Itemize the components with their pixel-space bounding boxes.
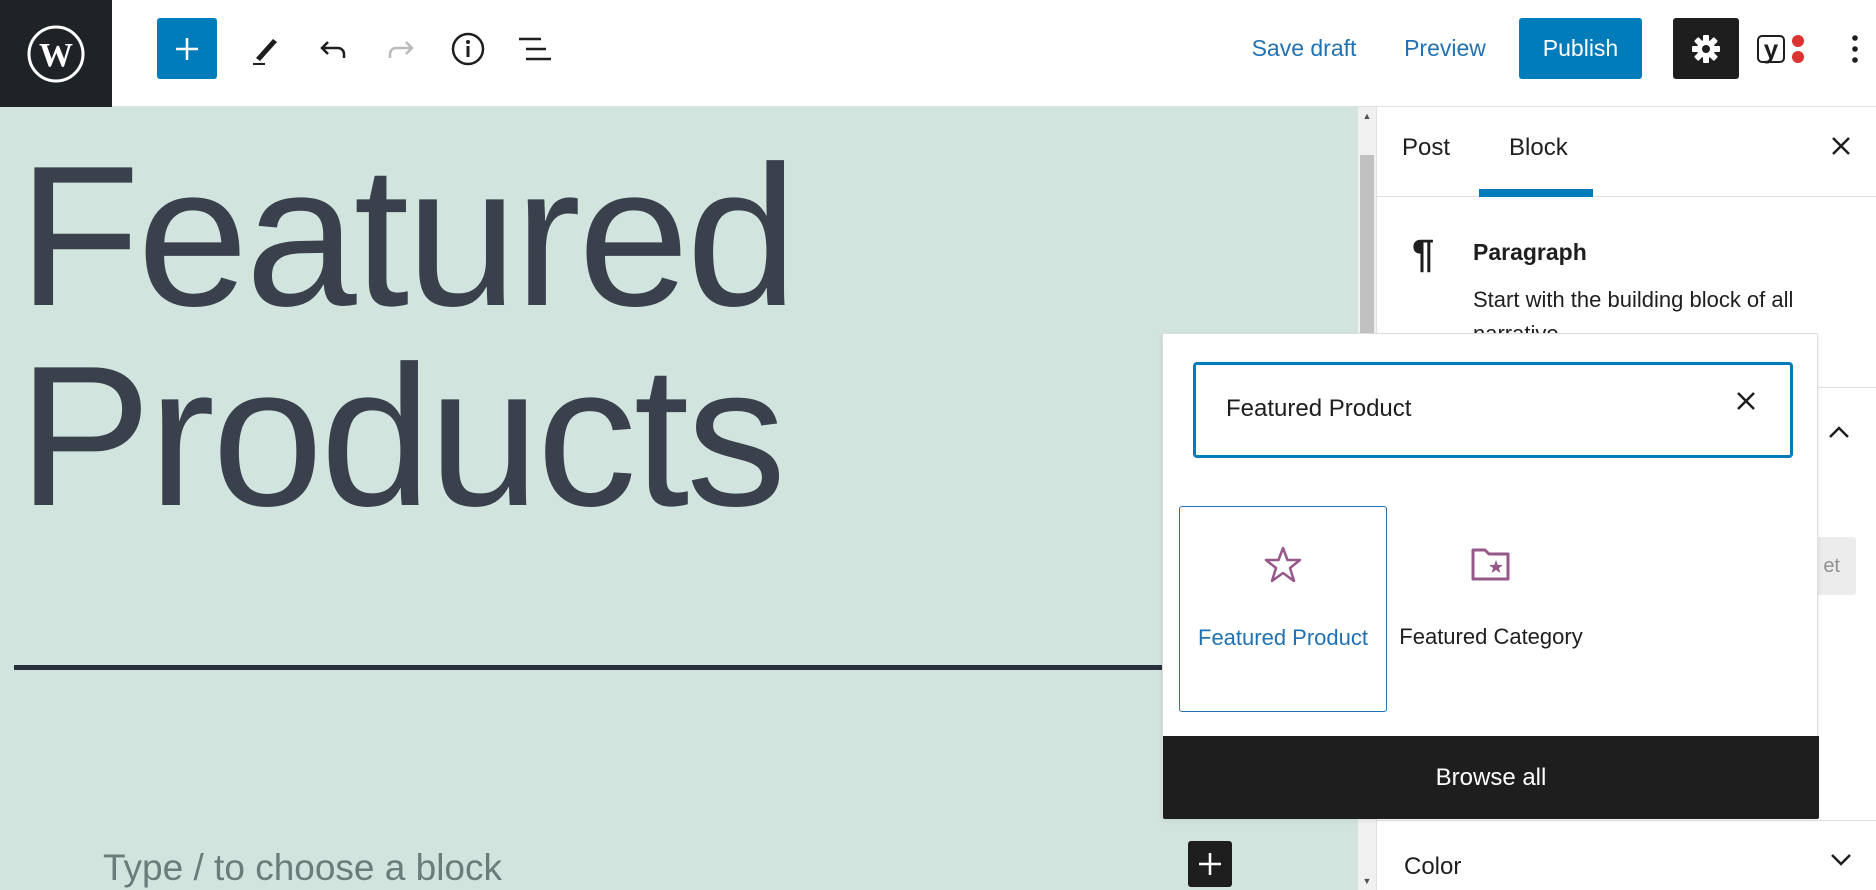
- heading-line: Featured: [18, 125, 797, 348]
- add-block-button[interactable]: [1188, 841, 1232, 887]
- close-sidebar-button[interactable]: [1829, 133, 1853, 165]
- svg-text:W: W: [39, 37, 73, 74]
- editor-canvas: Featured Products Type / to choose a blo…: [0, 107, 1358, 890]
- block-result-label: Featured Product: [1198, 625, 1368, 650]
- scroll-up-arrow-icon[interactable]: ▲: [1358, 111, 1376, 121]
- preview-button[interactable]: Preview: [1401, 18, 1489, 79]
- tab-post[interactable]: Post: [1402, 134, 1450, 162]
- browse-all-button[interactable]: Browse all: [1163, 736, 1819, 819]
- folder-star-icon: [1471, 548, 1510, 581]
- chevron-down-icon[interactable]: [1829, 847, 1853, 875]
- block-result-featured-category[interactable]: Featured Category: [1387, 506, 1595, 712]
- block-inserter-button[interactable]: [157, 18, 217, 79]
- yoast-seo-button[interactable]: y: [1755, 18, 1811, 79]
- editor-header: W Save draft Preview Publish y: [0, 0, 1876, 107]
- settings-button[interactable]: [1673, 18, 1739, 79]
- chevron-up-icon[interactable]: [1827, 419, 1851, 447]
- gear-icon: [1692, 34, 1720, 63]
- clear-search-button[interactable]: [1734, 387, 1758, 421]
- list-view-icon: [519, 37, 551, 60]
- plus-icon: [1199, 853, 1221, 875]
- block-result-label: Featured Category: [1399, 624, 1583, 649]
- pencil-icon: [253, 38, 277, 65]
- tools-button[interactable]: [240, 18, 290, 79]
- close-icon: [1737, 392, 1755, 410]
- yoast-icon: y: [1757, 34, 1804, 64]
- undo-button[interactable]: [308, 18, 358, 79]
- wordpress-logo-icon: W: [27, 25, 85, 82]
- block-result-featured-product[interactable]: Featured Product: [1179, 506, 1387, 712]
- plus-icon: [176, 37, 198, 60]
- list-view-button[interactable]: [510, 18, 560, 79]
- svg-text:y: y: [1764, 34, 1779, 64]
- block-card-title: Paragraph: [1473, 239, 1587, 265]
- details-button[interactable]: [443, 18, 493, 79]
- block-search-input[interactable]: [1226, 395, 1706, 423]
- separator-block[interactable]: [14, 665, 1358, 670]
- tab-block[interactable]: Block: [1509, 134, 1568, 162]
- heading-block[interactable]: Featured Products: [18, 125, 797, 548]
- wordpress-logo-button[interactable]: W: [0, 0, 112, 107]
- panel-divider: [1377, 820, 1876, 821]
- block-search-field[interactable]: [1193, 362, 1793, 458]
- heading-line: Products: [18, 325, 786, 548]
- star-icon: [1264, 546, 1302, 583]
- publish-button[interactable]: Publish: [1519, 18, 1642, 79]
- undo-icon: [320, 40, 346, 58]
- redo-icon: [388, 40, 414, 58]
- color-panel-toggle[interactable]: Color: [1404, 853, 1461, 881]
- close-icon: [1832, 137, 1850, 155]
- paragraph-icon: ¶: [1412, 232, 1435, 276]
- active-tab-indicator: [1479, 189, 1593, 197]
- options-menu-button[interactable]: [1840, 18, 1870, 79]
- redo-button[interactable]: [376, 18, 426, 79]
- save-draft-button[interactable]: Save draft: [1250, 18, 1358, 79]
- more-vertical-icon: [1852, 34, 1858, 63]
- scroll-down-arrow-icon[interactable]: ▼: [1358, 876, 1376, 886]
- paragraph-placeholder[interactable]: Type / to choose a block: [103, 847, 502, 889]
- sidebar-tabs: Post Block: [1377, 107, 1876, 197]
- info-icon: [451, 32, 485, 65]
- quick-inserter-popover: Featured Product Featured Category Brows…: [1162, 333, 1819, 819]
